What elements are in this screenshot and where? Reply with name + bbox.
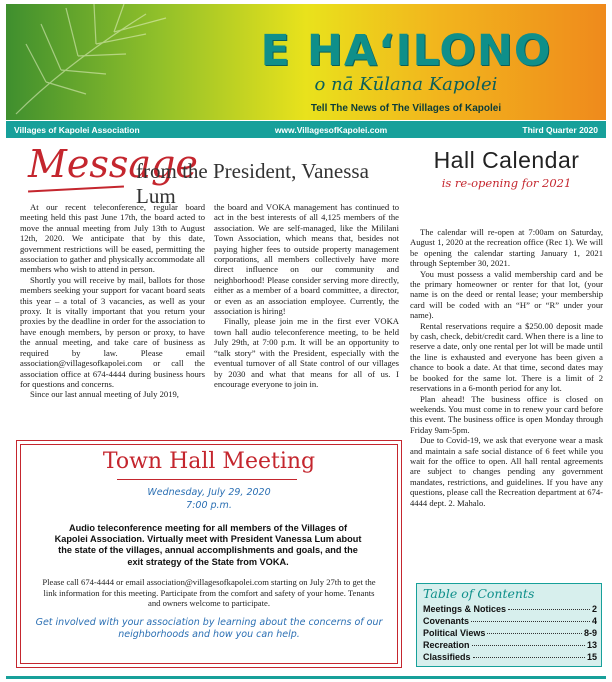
toc-leader xyxy=(508,609,590,610)
masthead-title: E HA‘ILONO xyxy=(260,26,552,76)
toc-leader xyxy=(487,633,582,634)
toc-item-label: Meetings & Notices xyxy=(423,604,507,614)
toc-list: Meetings & Notices 2 Covenants 4 Politic… xyxy=(423,603,597,663)
toc-item[interactable]: Covenants 4 xyxy=(423,615,597,627)
toc-item-page: 15 xyxy=(586,652,597,662)
hall-calendar-subtitle: is re-opening for 2021 xyxy=(441,176,572,190)
hall-paragraph: Plan ahead! The business office is close… xyxy=(410,393,603,435)
message-heading: Message from the President, Vanessa Lum xyxy=(28,142,398,208)
toc-item-label: Covenants xyxy=(423,616,470,626)
toc-item[interactable]: Political Views 8-9 xyxy=(423,627,597,639)
town-hall-box: Town Hall Meeting Wednesday, July 29, 20… xyxy=(16,440,402,668)
message-paragraph: At our recent teleconference, regular bo… xyxy=(20,202,205,275)
town-hall-date: Wednesday, July 29, 2020 xyxy=(147,487,271,498)
town-hall-footer: Get involved with your association by le… xyxy=(35,617,383,640)
toc-item-page: 2 xyxy=(591,604,597,614)
message-column-1: At our recent teleconference, regular bo… xyxy=(20,202,205,400)
hall-paragraph: Rental reservations require a $250.00 de… xyxy=(410,320,603,394)
hall-paragraph: The calendar will re-open at 7:00am on S… xyxy=(410,227,603,269)
message-paragraph: Finally, please join me in the first eve… xyxy=(214,316,399,389)
message-paragraph: Since our last annual meeting of July 20… xyxy=(30,389,179,400)
town-hall-instructions: Please call 674-4444 or email associatio… xyxy=(42,577,376,608)
toc-item-page: 4 xyxy=(591,616,597,626)
bottom-rule xyxy=(6,676,606,679)
table-of-contents: Table of Contents Meetings & Notices 2 C… xyxy=(416,583,602,667)
message-paragraph: the board and VOKA management has contin… xyxy=(214,202,399,317)
issue-date: Third Quarter 2020 xyxy=(522,124,598,135)
masthead-tagline: Tell The News of The Villages of Kapolei xyxy=(310,103,502,114)
hall-paragraph: Due to Covid-19, we ask that everyone we… xyxy=(410,435,603,508)
toc-leader xyxy=(471,621,590,622)
website-link[interactable]: www.VillagesofKapolei.com xyxy=(275,125,387,135)
town-hall-divider xyxy=(117,479,297,480)
message-underline xyxy=(28,185,124,193)
masthead-subtitle: o nā Kūlana Kapolei xyxy=(314,74,498,95)
town-hall-title: Town Hall Meeting xyxy=(102,449,316,474)
toc-item-page: 13 xyxy=(586,640,597,650)
toc-item[interactable]: Recreation 13 xyxy=(423,639,597,651)
info-bar: Villages of Kapolei Association www.Vill… xyxy=(6,121,606,138)
toc-item-label: Political Views xyxy=(423,628,486,638)
toc-title: Table of Contents xyxy=(423,586,535,601)
association-name: Villages of Kapolei Association xyxy=(14,124,140,135)
toc-item[interactable]: Classifieds 15 xyxy=(423,651,597,663)
toc-leader xyxy=(471,645,585,646)
palm-frond-icon xyxy=(15,4,167,115)
hall-calendar-title: Hall Calendar xyxy=(433,147,580,173)
toc-item[interactable]: Meetings & Notices 2 xyxy=(423,603,597,615)
message-paragraph: Shortly you will receive by mail, ballot… xyxy=(20,274,205,389)
toc-leader xyxy=(472,657,585,658)
toc-item-label: Classifieds xyxy=(423,652,471,662)
toc-item-page: 8-9 xyxy=(583,628,597,638)
hall-paragraph: You must possess a valid membership card… xyxy=(410,268,603,321)
toc-item-label: Recreation xyxy=(423,640,470,650)
town-hall-description: Audio teleconference meeting for all mem… xyxy=(54,523,362,567)
masthead: E HA‘ILONO o nā Kūlana Kapolei Tell The … xyxy=(6,4,606,120)
hall-calendar-column: The calendar will re-open at 7:00am on S… xyxy=(410,227,603,508)
town-hall-time: 7:00 p.m. xyxy=(186,500,232,511)
message-column-2: the board and VOKA management has contin… xyxy=(214,202,399,389)
